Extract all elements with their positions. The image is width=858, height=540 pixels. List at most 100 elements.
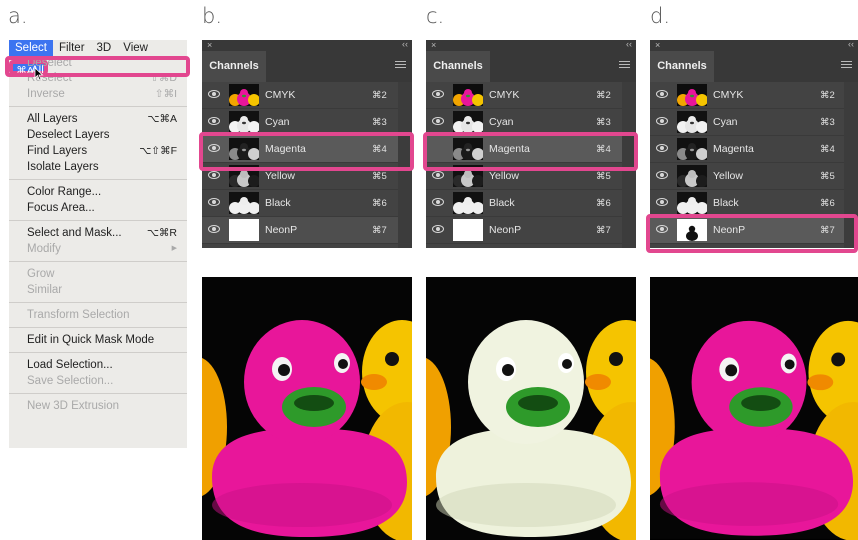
- menu-item-label: Deselect Layers: [27, 129, 110, 141]
- collapse-icon[interactable]: ‹‹: [848, 39, 854, 50]
- panel-menu-icon[interactable]: [619, 61, 630, 70]
- duck-image-c: [426, 277, 636, 540]
- menu-item-deselect-layers[interactable]: Deselect Layers: [9, 127, 187, 143]
- panel-label-a: a.: [8, 4, 28, 28]
- channel-shortcut: ⌘6: [596, 198, 611, 209]
- collapse-icon[interactable]: ‹‹: [402, 39, 408, 50]
- eye-icon[interactable]: [208, 225, 220, 233]
- menu-separator: [9, 352, 187, 353]
- tab-channels[interactable]: Channels: [650, 51, 714, 82]
- menu-item-label: Similar: [27, 284, 63, 296]
- eye-icon[interactable]: [208, 171, 220, 179]
- eye-icon[interactable]: [656, 117, 668, 125]
- eye-icon[interactable]: [656, 144, 668, 152]
- eye-icon[interactable]: [208, 90, 220, 98]
- channel-row-neonp[interactable]: NeonP ⌘7: [426, 217, 636, 244]
- tab-channels[interactable]: Channels: [202, 51, 266, 82]
- duck-photo: [650, 278, 858, 540]
- channel-shortcut: ⌘7: [372, 225, 387, 236]
- panel-header: Channels: [426, 51, 636, 82]
- menu-item-grow[interactable]: Grow: [9, 266, 187, 282]
- eye-icon[interactable]: [432, 225, 444, 233]
- menu-item-label: Isolate Layers: [27, 161, 99, 173]
- menu-item-save-selection[interactable]: Save Selection...: [9, 373, 187, 389]
- menu-3d[interactable]: 3D: [91, 40, 118, 57]
- menu-item-select-and-mask[interactable]: Select and Mask... ⌥⌘R: [9, 225, 187, 241]
- menu-item-transform-selection[interactable]: Transform Selection: [9, 307, 187, 323]
- menu-item-shortcut: ⌥⌘A: [147, 113, 177, 125]
- panel-header: Channels: [202, 51, 412, 82]
- menu-select[interactable]: Select: [9, 40, 53, 57]
- channel-row-black[interactable]: Black ⌘6: [650, 190, 858, 217]
- collapse-icon[interactable]: ‹‹: [626, 39, 632, 50]
- panel-menu-icon[interactable]: [841, 61, 852, 70]
- menu-item-similar[interactable]: Similar: [9, 282, 187, 298]
- menu-item-all-layers[interactable]: All Layers ⌥⌘A: [9, 111, 187, 127]
- menu-item-load-selection[interactable]: Load Selection...: [9, 357, 187, 373]
- eye-icon[interactable]: [208, 117, 220, 125]
- channel-row-cyan[interactable]: Cyan ⌘3: [650, 109, 858, 136]
- channel-row-cmyk[interactable]: CMYK ⌘2: [650, 82, 858, 109]
- menu-item-quick-mask[interactable]: Edit in Quick Mask Mode: [9, 332, 187, 348]
- menu-item-shortcut: ⌥⌘R: [146, 227, 177, 239]
- channel-thumbnail: [453, 192, 483, 214]
- menu-item-new-3d-extrusion[interactable]: New 3D Extrusion: [9, 398, 187, 414]
- eye-icon[interactable]: [656, 198, 668, 206]
- channel-thumbnail: [677, 192, 707, 214]
- channel-name: NeonP: [489, 224, 522, 236]
- channel-thumbnail: [677, 138, 707, 160]
- channel-shortcut: ⌘5: [820, 171, 835, 182]
- channel-row-magenta[interactable]: Magenta ⌘4: [650, 136, 858, 163]
- eye-icon[interactable]: [208, 198, 220, 206]
- channel-thumbnail: [229, 84, 259, 106]
- menu-item-label: Inverse: [27, 88, 65, 100]
- channel-row-black[interactable]: Black ⌘6: [426, 190, 636, 217]
- channel-name: Black: [265, 197, 291, 209]
- menu-separator: [9, 179, 187, 180]
- eye-icon[interactable]: [432, 117, 444, 125]
- eye-icon[interactable]: [432, 90, 444, 98]
- menu-item-focus-area[interactable]: Focus Area...: [9, 200, 187, 216]
- channel-shortcut: ⌘2: [372, 90, 387, 101]
- menu-filter[interactable]: Filter: [53, 40, 91, 57]
- channel-row-yellow[interactable]: Yellow ⌘5: [650, 163, 858, 190]
- menu-separator: [9, 220, 187, 221]
- eye-icon[interactable]: [656, 90, 668, 98]
- channel-row-neonp[interactable]: NeonP ⌘7: [202, 217, 412, 244]
- eye-icon[interactable]: [432, 171, 444, 179]
- menu-separator: [9, 302, 187, 303]
- channel-row-cmyk[interactable]: CMYK ⌘2: [202, 82, 412, 109]
- eye-icon[interactable]: [432, 198, 444, 206]
- channel-row-cmyk[interactable]: CMYK ⌘2: [426, 82, 636, 109]
- panel-titlebar: × ‹‹: [202, 39, 412, 51]
- menu-item-find-layers[interactable]: Find Layers ⌥⇧⌘F: [9, 143, 187, 159]
- tab-channels[interactable]: Channels: [426, 51, 490, 82]
- close-icon[interactable]: ×: [655, 40, 660, 51]
- menu-view[interactable]: View: [117, 40, 154, 57]
- channel-thumbnail: [229, 219, 259, 241]
- duck-photo: [426, 277, 636, 540]
- close-icon[interactable]: ×: [207, 40, 212, 51]
- menu-item-label: Transform Selection: [27, 309, 130, 321]
- menu-item-isolate-layers[interactable]: Isolate Layers: [9, 159, 187, 175]
- panel-menu-icon[interactable]: [395, 61, 406, 70]
- menu-item-label: Modify: [27, 243, 61, 255]
- menu-item-inverse[interactable]: Inverse ⇧⌘I: [9, 86, 187, 102]
- menu-item-label: Grow: [27, 268, 55, 280]
- close-icon[interactable]: ×: [431, 40, 436, 51]
- channel-shortcut: ⌘7: [596, 225, 611, 236]
- channel-thumbnail: [453, 219, 483, 241]
- panel-header: Channels: [650, 51, 858, 82]
- channel-thumbnail: [229, 111, 259, 133]
- channel-row-black[interactable]: Black ⌘6: [202, 190, 412, 217]
- panel-titlebar: × ‹‹: [426, 39, 636, 51]
- highlight-box-magenta-c: [423, 132, 638, 171]
- channel-thumbnail: [677, 84, 707, 106]
- eye-icon[interactable]: [656, 171, 668, 179]
- menu-separator: [9, 393, 187, 394]
- menu-item-color-range[interactable]: Color Range...: [9, 184, 187, 200]
- menu-item-modify[interactable]: Modify ▶: [9, 241, 187, 257]
- menu-separator: [9, 261, 187, 262]
- channel-thumbnail: [453, 84, 483, 106]
- menu-item-label: All Layers: [27, 113, 78, 125]
